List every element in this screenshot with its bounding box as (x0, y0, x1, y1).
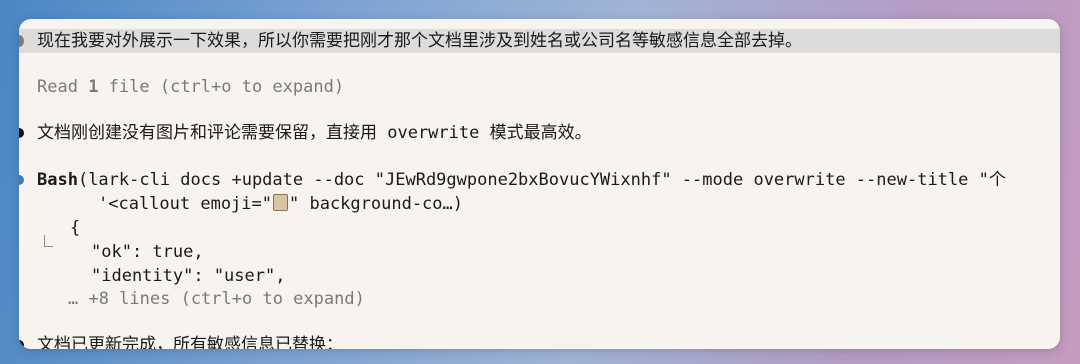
terminal-window: 现在我要对外展示一下效果，所以你需要把刚才那个文档里涉及到姓名或公司名等敏感信息… (19, 19, 1060, 349)
user-message: 现在我要对外展示一下效果，所以你需要把刚才那个文档里涉及到姓名或公司名等敏感信息… (37, 31, 802, 51)
assistant-bullet-icon (19, 128, 24, 138)
output-line-3: "identity": "user", (91, 266, 286, 286)
final-message: 文档已更新完成，所有敏感信息已替换： (37, 335, 343, 349)
tool-call-bullet-icon (19, 175, 24, 185)
read-suffix: file (ctrl+o to expand) (98, 77, 345, 97)
read-count: 1 (88, 77, 99, 97)
bash-command: (lark-cli docs +update --doc "JEwRd9gwpo… (77, 170, 1006, 190)
user-prompt-marker (19, 35, 24, 47)
output-tree-branch-icon (44, 235, 53, 247)
output-line-2: "ok": true, (91, 242, 204, 262)
clipboard-emoji-icon (273, 194, 288, 211)
final-bullet-icon (19, 340, 24, 349)
bash-command-cont-suffix: " background-co…) (289, 194, 463, 214)
bash-command-cont-prefix: '<callout emoji=" (98, 194, 272, 214)
output-expand-hint[interactable]: … +8 lines (ctrl+o to expand) (68, 287, 1060, 311)
desktop-background: { "user_message": "现在我要对外展示一下效果，所以你需要把刚才… (0, 0, 1080, 364)
read-file-summary[interactable]: Read 1 file (ctrl+o to expand) (37, 75, 1060, 99)
assistant-message: 文档刚创建没有图片和评论需要保留，直接用 overwrite 模式最高效。 (37, 123, 592, 143)
output-line-1: { (70, 218, 81, 238)
bash-command-continuation: '<callout emoji=" " background-co…) (98, 192, 1060, 216)
user-prompt-line: 现在我要对外展示一下效果，所以你需要把刚才那个文档里涉及到姓名或公司名等敏感信息… (19, 29, 1060, 53)
bash-tool-name: Bash (37, 170, 78, 190)
bash-command-line[interactable]: Bash(lark-cli docs +update --doc "JEwRd9… (37, 168, 1060, 192)
read-prefix: Read (37, 77, 89, 97)
